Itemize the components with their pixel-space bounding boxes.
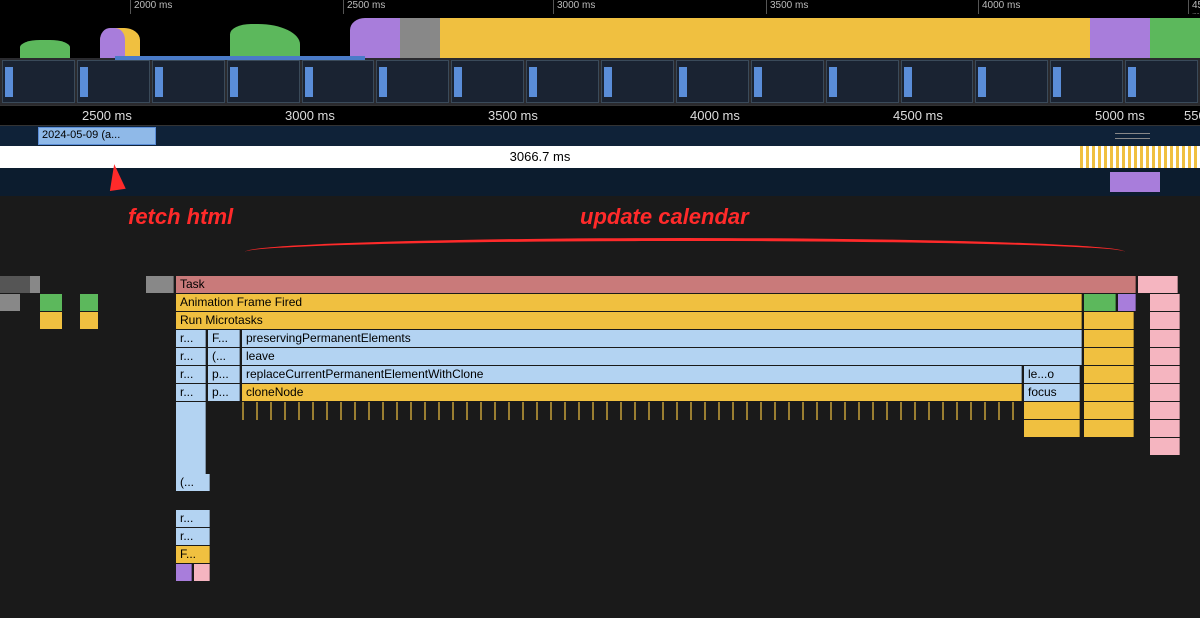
timing-value: 3066.7 ms: [510, 149, 571, 164]
flame-cell[interactable]: [1084, 420, 1134, 437]
cpu-graph: [0, 14, 1200, 58]
flame-cell[interactable]: (...: [208, 348, 240, 365]
film-frame[interactable]: [1125, 60, 1198, 103]
film-frame[interactable]: [376, 60, 449, 103]
flame-cell[interactable]: [146, 276, 174, 293]
film-frame[interactable]: [77, 60, 150, 103]
film-frame[interactable]: [901, 60, 974, 103]
network-lane[interactable]: 2024-05-09 (a...: [0, 126, 1200, 146]
annotation-fetch: fetch html: [128, 204, 233, 230]
flame-cell[interactable]: [176, 564, 192, 581]
film-frame[interactable]: [1050, 60, 1123, 103]
flame-cell[interactable]: [1150, 420, 1180, 437]
timing-bar[interactable]: 3066.7 ms: [0, 146, 1080, 168]
ruler-tick: 4000 ms: [686, 108, 740, 123]
flame-frame[interactable]: replaceCurrentPermanentElementWithClone: [242, 366, 1022, 383]
network-request[interactable]: 2024-05-09 (a...: [38, 127, 156, 145]
flame-cell[interactable]: [1084, 294, 1116, 311]
flame-cell[interactable]: [1084, 366, 1134, 383]
overview-tick: 3000 ms: [553, 0, 595, 14]
flame-cell[interactable]: [1024, 420, 1080, 437]
timing-stripes: [1080, 146, 1200, 168]
ruler-tick: 4500 ms: [889, 108, 943, 123]
film-frame[interactable]: [975, 60, 1048, 103]
flame-cell[interactable]: F...: [176, 546, 210, 563]
film-frame[interactable]: [152, 60, 225, 103]
flame-cell[interactable]: [1150, 294, 1180, 311]
flame-chart[interactable]: Task Animation Frame Fired Run Microtask…: [0, 276, 1200, 618]
timings-lane[interactable]: 3066.7 ms: [0, 146, 1200, 168]
film-frame[interactable]: [302, 60, 375, 103]
flame-animation-frame[interactable]: Animation Frame Fired: [176, 294, 1082, 311]
flame-cell[interactable]: [1150, 402, 1180, 419]
flame-cell[interactable]: p...: [208, 384, 240, 401]
flame-cell[interactable]: r...: [176, 528, 210, 545]
annotation-overlay: fetch html update calendar: [0, 194, 1200, 274]
flame-cell[interactable]: [1150, 348, 1180, 365]
flame-task[interactable]: Task: [176, 276, 1136, 293]
film-frame[interactable]: [2, 60, 75, 103]
flame-cell[interactable]: [1150, 438, 1180, 455]
flame-cell[interactable]: p...: [208, 366, 240, 383]
flame-cell[interactable]: r...: [176, 366, 206, 383]
flame-cell[interactable]: le...o: [1024, 366, 1080, 383]
ruler-tick: 2500 ms: [78, 108, 132, 123]
flame-cell[interactable]: [1084, 312, 1134, 329]
flame-frame[interactable]: preservingPermanentElements: [242, 330, 1082, 347]
flame-cell[interactable]: [1150, 330, 1180, 347]
network-request-tail[interactable]: [1115, 133, 1150, 139]
ruler-tick: 5000 ms: [1091, 108, 1145, 123]
flame-cell[interactable]: F...: [208, 330, 240, 347]
overview-tick: 2000 ms: [130, 0, 172, 14]
interaction-block[interactable]: [1110, 172, 1160, 192]
overview-tick: 3500 ms: [766, 0, 808, 14]
overview-tick: 4500 ms: [1188, 0, 1200, 14]
flame-cell[interactable]: [1150, 312, 1180, 329]
cpu-overview[interactable]: 2000 ms 2500 ms 3000 ms 3500 ms 4000 ms …: [0, 0, 1200, 58]
interactions-lane[interactable]: [0, 168, 1200, 196]
film-frame[interactable]: [826, 60, 899, 103]
flame-cell[interactable]: [1118, 294, 1136, 311]
flame-cell[interactable]: [1138, 276, 1178, 293]
film-frame[interactable]: [451, 60, 524, 103]
overview-ruler: 2000 ms 2500 ms 3000 ms 3500 ms 4000 ms …: [0, 0, 1200, 14]
film-frame[interactable]: [676, 60, 749, 103]
flame-cell[interactable]: [1084, 384, 1134, 401]
flame-frame[interactable]: cloneNode: [242, 384, 1022, 401]
flame-cell[interactable]: [1084, 402, 1134, 419]
film-frame[interactable]: [601, 60, 674, 103]
flame-cell[interactable]: [1150, 366, 1180, 383]
ruler-tick: 3000 ms: [281, 108, 335, 123]
flame-cell[interactable]: [1084, 348, 1134, 365]
overview-tick: 2500 ms: [343, 0, 385, 14]
screenshot-filmstrip[interactable]: [0, 58, 1200, 106]
flame-cell[interactable]: focus: [1024, 384, 1080, 401]
flame-cell[interactable]: r...: [176, 510, 210, 527]
flame-frame[interactable]: leave: [242, 348, 1082, 365]
brace-icon: [245, 238, 1125, 252]
film-frame[interactable]: [751, 60, 824, 103]
annotation-update: update calendar: [580, 204, 749, 230]
flame-cell[interactable]: [1084, 330, 1134, 347]
film-frame[interactable]: [227, 60, 300, 103]
timeline-ruler[interactable]: 2500 ms 3000 ms 3500 ms 4000 ms 4500 ms …: [0, 106, 1200, 126]
ruler-tick: 3500 ms: [484, 108, 538, 123]
flame-cell[interactable]: [194, 564, 210, 581]
flame-cell[interactable]: r...: [176, 348, 206, 365]
overview-tick: 4000 ms: [978, 0, 1020, 14]
flame-microtasks[interactable]: Run Microtasks: [176, 312, 1082, 329]
flame-cell[interactable]: [1024, 402, 1080, 419]
film-frame[interactable]: [526, 60, 599, 103]
flame-cell[interactable]: r...: [176, 330, 206, 347]
flame-cell[interactable]: [1150, 384, 1180, 401]
flame-cell[interactable]: r...: [176, 384, 206, 401]
flame-cell[interactable]: (...: [176, 474, 210, 491]
